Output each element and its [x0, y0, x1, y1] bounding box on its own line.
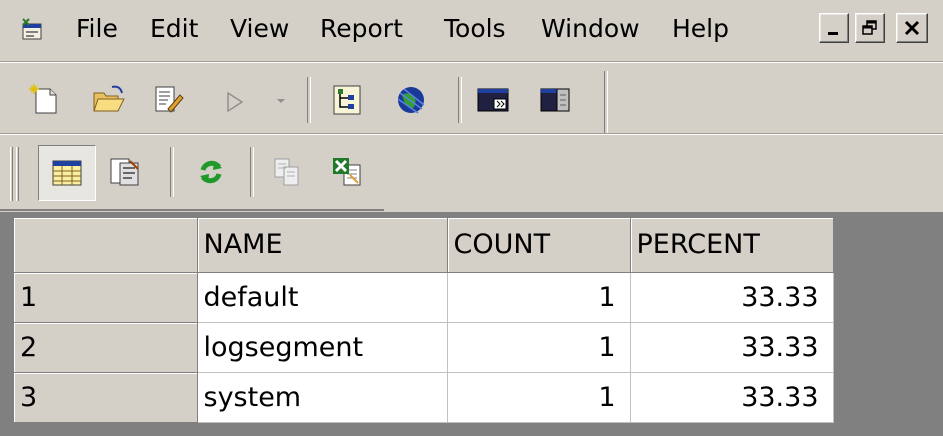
results-grid-area: NAME COUNT PERCENT 1 default 1 33.33 2 l… — [0, 212, 943, 436]
results-toolbar — [0, 134, 943, 212]
menu-file[interactable]: File — [72, 14, 122, 44]
menu-bar: File Edit View Report Tools Window Help — [0, 0, 943, 62]
new-document-icon[interactable] — [28, 83, 62, 117]
cell-name[interactable]: default — [197, 272, 448, 323]
export-excel-icon[interactable] — [330, 155, 364, 189]
globe-icon[interactable] — [394, 83, 428, 117]
row-number[interactable]: 2 — [14, 322, 198, 373]
restore-icon — [862, 20, 877, 35]
toolbar-separator — [307, 77, 311, 123]
menu-report[interactable]: Report — [316, 14, 407, 44]
copy-icon[interactable] — [270, 155, 304, 189]
cell-name[interactable]: system — [197, 372, 448, 423]
menu-tools[interactable]: Tools — [440, 14, 510, 44]
toolbar-separator — [170, 147, 174, 197]
row-number[interactable]: 1 — [14, 272, 198, 323]
grid-view-button[interactable] — [38, 145, 96, 201]
results-grid: NAME COUNT PERCENT 1 default 1 33.33 2 l… — [14, 218, 834, 423]
menu-window[interactable]: Window — [537, 14, 644, 44]
table-row[interactable]: 3 system 1 33.33 — [14, 372, 834, 423]
row-number-header[interactable] — [14, 218, 198, 273]
toolbar-grip[interactable] — [10, 147, 13, 201]
table-row[interactable]: 2 logsegment 1 33.33 — [14, 322, 834, 373]
table-row[interactable]: 1 default 1 33.33 — [14, 272, 834, 323]
refresh-icon[interactable] — [194, 155, 228, 189]
column-header-count[interactable]: COUNT — [447, 218, 631, 273]
cell-percent[interactable]: 33.33 — [630, 372, 834, 423]
toolbar-separator — [458, 77, 462, 123]
main-toolbar — [0, 62, 943, 134]
toolbar-grip[interactable] — [16, 147, 19, 201]
cell-name[interactable]: logsegment — [197, 322, 448, 373]
close-button[interactable] — [896, 13, 928, 43]
console-window-icon[interactable] — [476, 83, 510, 117]
menu-edit[interactable]: Edit — [146, 14, 202, 44]
minimize-icon — [828, 32, 838, 35]
toolbar-separator — [250, 147, 254, 197]
grid-header-row: NAME COUNT PERCENT — [14, 218, 834, 273]
minimize-button[interactable] — [819, 13, 849, 43]
cell-percent[interactable]: 33.33 — [630, 272, 834, 323]
tree-view-icon[interactable] — [330, 83, 364, 117]
grid-view-icon — [52, 160, 82, 186]
form-view-icon[interactable] — [108, 155, 142, 189]
close-icon — [904, 20, 920, 36]
app-icon[interactable] — [20, 16, 46, 42]
toolbar-end — [604, 71, 608, 133]
restore-button[interactable] — [855, 13, 885, 43]
menu-view[interactable]: View — [226, 14, 293, 44]
dropdown-arrow-icon[interactable] — [272, 91, 290, 109]
row-number[interactable]: 3 — [14, 372, 198, 423]
cell-count[interactable]: 1 — [447, 322, 631, 373]
column-header-name[interactable]: NAME — [197, 218, 448, 273]
open-folder-icon[interactable] — [92, 83, 126, 117]
split-window-icon[interactable] — [538, 83, 572, 117]
edit-document-icon[interactable] — [150, 83, 184, 117]
menu-help[interactable]: Help — [668, 14, 733, 44]
cell-percent[interactable]: 33.33 — [630, 322, 834, 373]
cell-count[interactable]: 1 — [447, 272, 631, 323]
cell-count[interactable]: 1 — [447, 372, 631, 423]
column-header-percent[interactable]: PERCENT — [630, 218, 834, 273]
results-toolbar-panel — [0, 135, 384, 211]
run-icon[interactable] — [222, 85, 248, 119]
